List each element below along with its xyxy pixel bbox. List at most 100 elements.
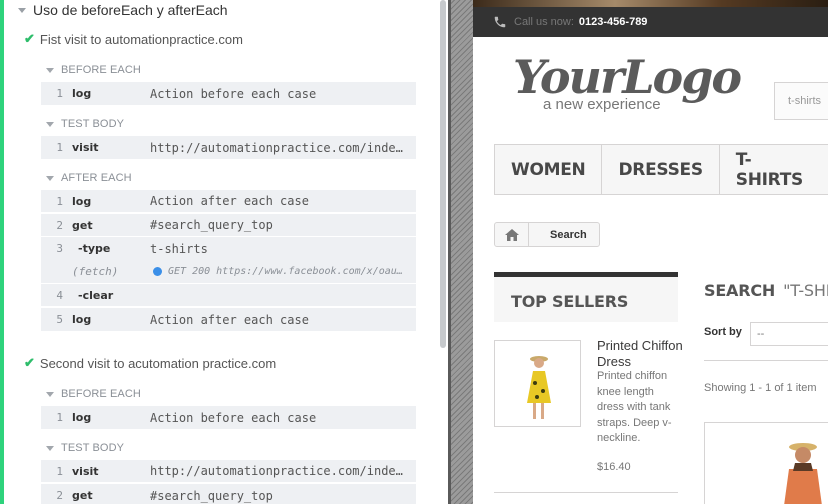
command-number: 1 <box>56 194 63 208</box>
hook-label: AFTER EACH <box>61 172 132 184</box>
main-menu: WOMEN DRESSES T-SHIRTS <box>494 144 828 195</box>
passed-status-rail <box>0 0 4 504</box>
command-name: (fetch) <box>72 265 119 278</box>
results-count: Showing 1 - 1 of 1 item <box>704 382 817 394</box>
fetch-url: GET 200 https://www.facebook.com/x/oau… <box>168 266 403 277</box>
logo-tagline: a new experience <box>543 96 661 113</box>
panel-resize-divider[interactable] <box>448 0 473 504</box>
divider <box>704 360 828 361</box>
command-row[interactable]: 5 log Action after each case <box>41 308 416 331</box>
test-title-label: Fist visit to automationpractice.com <box>39 31 243 47</box>
hook-label: BEFORE EACH <box>61 64 141 76</box>
command-row[interactable]: 1 log Action before each case <box>41 82 416 105</box>
command-number: 1 <box>56 141 63 154</box>
caret-down-icon <box>46 121 54 127</box>
command-message: Action before each case <box>150 86 317 101</box>
hook-before-each[interactable]: BEFORE EACH <box>46 64 141 76</box>
command-row[interactable]: 4 -clear <box>41 284 416 307</box>
command-name: log <box>72 87 92 100</box>
command-message: Action after each case <box>150 194 309 208</box>
sort-by-select[interactable]: -- <box>750 322 828 346</box>
suite-title[interactable]: Uso de beforeEach y afterEach <box>18 2 228 18</box>
command-name: log <box>72 313 92 326</box>
command-row[interactable]: 2 get #search_query_top <box>41 484 416 504</box>
search-heading-label: SEARCH <box>704 281 776 300</box>
check-icon: ✔ <box>24 31 35 46</box>
caret-down-icon <box>46 391 54 397</box>
menu-item-dresses[interactable]: DRESSES <box>602 145 720 194</box>
home-icon[interactable] <box>495 223 529 246</box>
command-log-panel: Uso de beforeEach y afterEach ✔ Fist vis… <box>0 0 448 504</box>
hook-before-each[interactable]: BEFORE EACH <box>46 388 141 400</box>
test-title-label: Second visit to acutomation practice.com <box>39 355 277 371</box>
command-name: get <box>72 489 93 502</box>
hook-test-body[interactable]: TEST BODY <box>46 118 124 130</box>
test-title-2[interactable]: ✔ Second visit to acutomation practice.c… <box>24 355 276 371</box>
caret-down-icon <box>46 175 54 181</box>
command-number: 1 <box>56 464 63 478</box>
product-description: Printed chiffon knee length dress with t… <box>597 370 672 444</box>
product-price: $16.40 <box>597 461 631 473</box>
command-number: 1 <box>56 87 63 100</box>
command-row-fetch[interactable]: (fetch) GET 200 https://www.facebook.com… <box>41 260 416 283</box>
divider <box>494 492 678 493</box>
command-name: -type <box>78 242 111 255</box>
product-result-image <box>784 443 822 504</box>
store-logo[interactable]: YourLogo a new experience <box>513 50 742 118</box>
menu-item-tshirts[interactable]: T-SHIRTS <box>720 145 828 194</box>
contact-bar: Call us now: 0123-456-789 <box>473 7 828 37</box>
product-thumbnail[interactable] <box>494 340 581 427</box>
product-image <box>527 356 551 419</box>
sort-by-label: Sort by <box>704 326 742 338</box>
command-number: 4 <box>56 288 63 302</box>
command-number: 3 <box>56 242 63 255</box>
command-name: log <box>72 411 92 424</box>
app-preview: Call us now: 0123-456-789 YourLogo a new… <box>473 0 828 504</box>
search-query-text: "T-SHIRTS" <box>783 281 828 300</box>
command-number: 2 <box>56 218 63 232</box>
command-row[interactable]: 1 visit http://automationpractice.com/in… <box>41 460 416 483</box>
search-input[interactable]: t-shirts <box>774 82 828 120</box>
caret-down-icon <box>46 67 54 73</box>
test-title-1[interactable]: ✔ Fist visit to automationpractice.com <box>24 31 243 47</box>
search-results-heading: SEARCH "T-SHIRTS" <box>704 281 828 300</box>
product-result-card[interactable] <box>704 422 828 504</box>
command-name: -clear <box>78 288 114 302</box>
command-row[interactable]: 1 log Action before each case <box>41 406 416 429</box>
caret-down-icon <box>46 445 54 451</box>
hook-label: TEST BODY <box>61 118 125 130</box>
command-message: Action after each case <box>150 312 309 327</box>
caret-down-icon <box>18 7 26 13</box>
command-name: get <box>72 218 93 232</box>
scrollbar-thumb[interactable] <box>440 0 446 348</box>
network-status-dot-icon <box>153 267 162 276</box>
command-row[interactable]: 1 log Action after each case <box>41 190 416 213</box>
suite-title-label: Uso de beforeEach y afterEach <box>33 2 228 18</box>
command-number: 1 <box>56 411 63 424</box>
command-message: #search_query_top <box>150 218 273 232</box>
phone-icon <box>494 16 506 28</box>
hook-label: BEFORE EACH <box>61 388 141 400</box>
breadcrumb: Search <box>494 222 600 247</box>
command-number: 5 <box>56 313 63 326</box>
command-message: #search_query_top <box>150 488 273 503</box>
command-name: visit <box>72 141 99 154</box>
command-row[interactable]: 1 visit http://automationpractice.com/in… <box>41 136 416 159</box>
hook-test-body[interactable]: TEST BODY <box>46 442 124 454</box>
home-icon-glyph <box>504 228 519 241</box>
hook-label: TEST BODY <box>61 442 125 454</box>
command-message-fetch: GET 200 https://www.facebook.com/x/oau… <box>153 266 403 277</box>
command-row[interactable]: 3 -type t-shirts <box>41 237 416 260</box>
command-name: log <box>72 194 92 208</box>
hook-after-each[interactable]: AFTER EACH <box>46 172 132 184</box>
command-number: 2 <box>56 489 63 502</box>
breadcrumb-current: Search <box>550 228 587 241</box>
top-sellers-heading[interactable]: TOP SELLERS <box>494 272 678 322</box>
check-icon: ✔ <box>24 355 35 370</box>
command-row[interactable]: 2 get #search_query_top <box>41 214 416 237</box>
command-name: visit <box>72 464 99 478</box>
phone-number: 0123-456-789 <box>578 16 648 28</box>
menu-item-women[interactable]: WOMEN <box>495 145 603 194</box>
product-name-link[interactable]: Printed Chiffon Dress <box>597 338 685 370</box>
command-message: Action before each case <box>150 410 317 425</box>
